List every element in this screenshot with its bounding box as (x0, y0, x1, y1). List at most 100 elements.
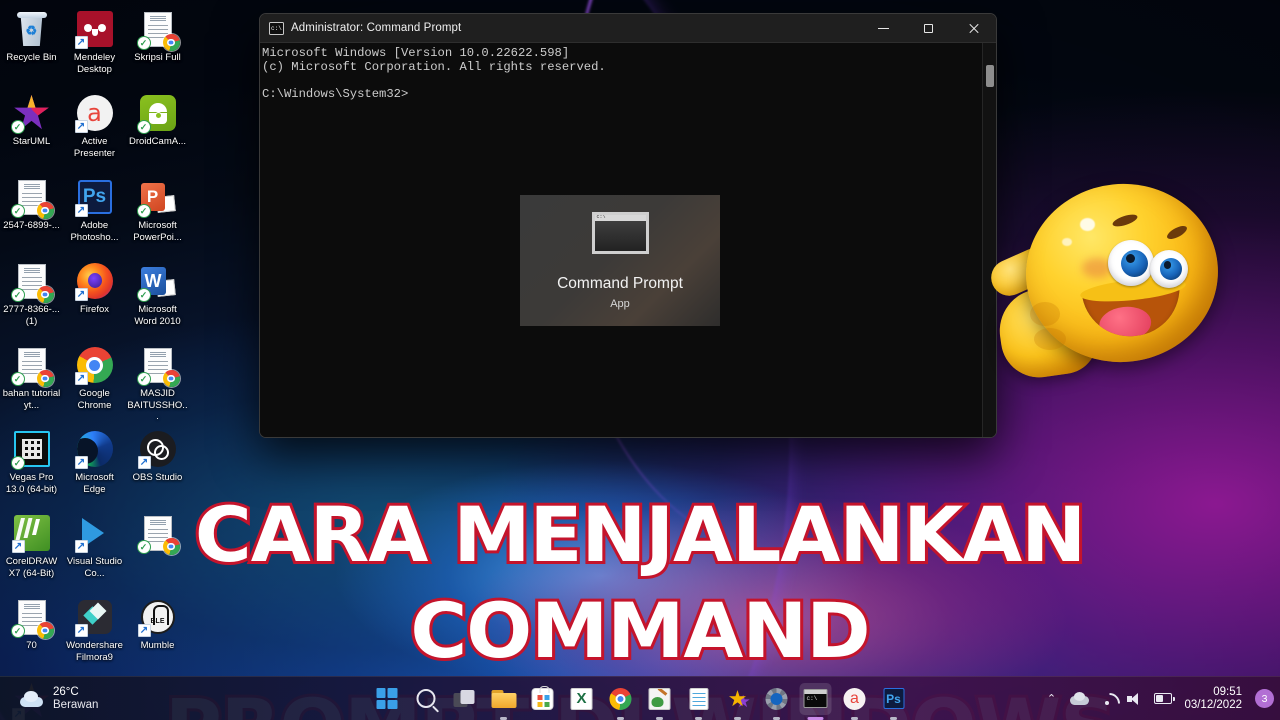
chevron-up-icon[interactable]: ⌃ (1042, 690, 1060, 708)
desktop-icon-obs-studio[interactable]: OBS Studio (126, 424, 189, 508)
onedrive-icon[interactable] (1070, 690, 1090, 708)
chrome-association-icon (36, 286, 54, 303)
desktop-icon-bahan-tutorial-yt[interactable]: bahan tutorial yt... (0, 340, 63, 424)
scrollbar-thumb[interactable] (986, 65, 994, 87)
paint-button[interactable] (644, 683, 676, 720)
desktop-icon-adobe-photosho[interactable]: Ps Adobe Photosho... (63, 172, 126, 256)
desktop-icon-recycle-bin[interactable]: ♻ Recycle Bin (0, 4, 63, 88)
filmora-icon (74, 598, 114, 637)
droidcam-icon (136, 94, 177, 134)
shortcut-arrow-icon (74, 204, 88, 217)
desktop[interactable]: ♻ Recycle Bin Mendeley Desktop Skripsi Full… (0, 0, 1280, 720)
desktop-icon-masjid-baitussho[interactable]: MASJID BAITUSSHO... (126, 340, 189, 424)
window-title-bar[interactable]: Administrator: Command Prompt (260, 14, 996, 43)
desktop-icon-label: 2777-8366-... (1) (3, 304, 60, 327)
microsoft-store-button[interactable] (527, 683, 559, 715)
shortcut-arrow-icon (74, 120, 88, 133)
maximize-button[interactable] (906, 14, 951, 43)
notepad-button[interactable] (683, 683, 715, 720)
desktop-icon-label: 70 (26, 640, 37, 651)
clock-widget[interactable]: 09:51 03/12/2022 (1184, 686, 1242, 712)
minimize-button[interactable] (861, 14, 906, 43)
desktop-icon-item-25[interactable] (126, 508, 189, 592)
running-indicator (734, 716, 741, 720)
command-prompt-hover-card[interactable]: Command Prompt App (520, 195, 720, 326)
desktop-icon-mumble[interactable]: Mumble (126, 592, 189, 676)
system-tray[interactable]: ⌃ 09:51 03/12/2022 3 (1042, 686, 1274, 712)
chrome-association-icon (36, 622, 54, 639)
mumble-icon (137, 598, 177, 637)
desktop-icon-active-presenter[interactable]: Active Presenter (63, 88, 126, 172)
command-prompt-thumbnail (591, 212, 649, 254)
desktop-icon-label: Microsoft PowerPoi... (133, 220, 182, 243)
desktop-icon-google-chrome[interactable]: Google Chrome (63, 340, 126, 424)
cloud-icon (18, 690, 44, 708)
store-bag-icon (531, 685, 554, 710)
desktop-icon-vegas-pro-13-0-64-bit[interactable]: Vegas Pro 13.0 (64-bit) (0, 424, 63, 508)
active-presenter-button[interactable] (839, 683, 871, 720)
emoji-knuckle-1 (1030, 302, 1060, 326)
shortcut-arrow-icon (74, 288, 88, 301)
emoji-pupil-left (1121, 250, 1148, 277)
running-indicator (617, 716, 624, 720)
desktop-icon-2547-6899[interactable]: 2547-6899-... (0, 172, 63, 256)
shortcut-arrow-icon (74, 540, 88, 553)
search-button[interactable] (410, 683, 442, 715)
desktop-icon-70[interactable]: 70 (0, 592, 63, 676)
edge-icon (74, 430, 114, 469)
windows-logo-icon (376, 688, 397, 709)
running-indicator (851, 716, 858, 720)
desktop-icon-mendeley-desktop[interactable]: Mendeley Desktop (63, 4, 126, 88)
desktop-icon-wondershare-filmora9[interactable]: Wondershare Filmora9 (63, 592, 126, 676)
weather-widget[interactable]: 26°C Berawan (10, 683, 106, 715)
settings-button[interactable] (761, 683, 793, 720)
desktop-icon-firefox[interactable]: Firefox (63, 256, 126, 340)
task-view-icon (453, 689, 476, 708)
desktop-icon-skripsi-full[interactable]: Skripsi Full (126, 4, 189, 88)
desktop-icon-microsoft-word-2010[interactable]: WMicrosoft Word 2010 (126, 256, 189, 340)
close-button[interactable] (951, 14, 996, 43)
active-presenter-icon (74, 94, 114, 133)
task-view-button[interactable] (449, 683, 481, 715)
paint-icon (648, 687, 671, 710)
battery-icon[interactable] (1154, 690, 1176, 708)
file-explorer-button[interactable] (488, 683, 520, 720)
excel-button[interactable] (566, 683, 598, 715)
desktop-icon-label: Wondershare Filmora9 (66, 640, 123, 663)
staruml-button[interactable]: ★ (722, 683, 754, 720)
chrome-button[interactable] (605, 683, 637, 720)
desktop-icon-label: Adobe Photosho... (70, 220, 119, 243)
command-prompt-button[interactable] (799, 682, 832, 720)
running-indicator (890, 716, 897, 720)
desktop-icon-coreldraw-x7-64-bit[interactable]: CorelDRAW X7 (64-Bit) (0, 508, 63, 592)
desktop-icon-grid: ♻ Recycle Bin Mendeley Desktop Skripsi Full… (0, 4, 200, 720)
notepad-icon (689, 687, 708, 710)
desktop-icon-microsoft-edge[interactable]: Microsoft Edge (63, 424, 126, 508)
desktop-icon-2777-8366-1[interactable]: 2777-8366-... (1) (0, 256, 63, 340)
onedrive-sync-icon (10, 456, 25, 470)
start-button[interactable] (371, 683, 403, 715)
onedrive-sync-icon (10, 624, 25, 638)
recycle-bin-icon: ♻ (13, 10, 51, 48)
gear-icon (765, 687, 788, 710)
notification-badge[interactable]: 3 (1255, 689, 1274, 708)
close-icon (968, 23, 979, 34)
desktop-icon-microsoft-powerpoi[interactable]: PMicrosoft PowerPoi... (126, 172, 189, 256)
desktop-icon-staruml[interactable]: StarUML (0, 88, 63, 172)
wifi-icon[interactable] (1098, 690, 1116, 708)
desktop-icon-visual-studio-co[interactable]: Visual Studio Co... (63, 508, 126, 592)
taskbar[interactable]: 26°C Berawan ★ Ps ⌃ 09:51 03/12/2022 3 (0, 676, 1280, 720)
window-title: Administrator: Command Prompt (291, 22, 462, 34)
desktop-icon-label: OBS Studio (132, 472, 183, 483)
desktop-icon-label: Visual Studio Co... (66, 556, 123, 579)
word-icon: W (136, 262, 177, 302)
thumbs-up-smiley-emoji (985, 174, 1227, 388)
shortcut-arrow-icon (74, 372, 88, 385)
document-icon (136, 10, 180, 51)
volume-icon[interactable] (1126, 690, 1144, 708)
photoshop-button[interactable]: Ps (878, 683, 910, 720)
obs-studio-icon (137, 430, 177, 469)
cmd-icon (269, 21, 284, 35)
desktop-icon-label: MASJID BAITUSSHO... (127, 388, 188, 422)
desktop-icon-droidcama[interactable]: DroidCamA... (126, 88, 189, 172)
